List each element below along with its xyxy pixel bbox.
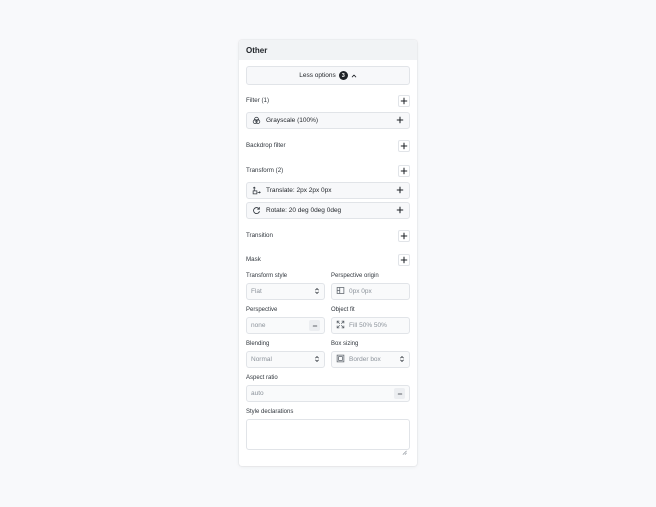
perspective-origin-label: Perspective origin <box>331 273 379 279</box>
filter-item-grayscale[interactable]: Grayscale (100%) <box>246 112 410 129</box>
aspect-ratio-input[interactable]: auto <box>246 385 410 402</box>
object-fit-label: Object fit <box>331 307 355 313</box>
add-filter-button[interactable] <box>398 94 410 107</box>
less-options-label: Less options <box>299 72 336 79</box>
minus-icon <box>312 325 317 326</box>
perspective-origin-icon <box>336 286 345 297</box>
perspective-label: Perspective <box>246 307 278 313</box>
select-arrows-icon <box>314 287 320 297</box>
filter-label: Filter (1) <box>246 97 270 104</box>
transition-label: Transition <box>246 232 273 239</box>
backdrop-filter-section: Backdrop filter <box>246 139 410 152</box>
plus-icon <box>400 97 408 104</box>
plus-icon <box>400 167 408 174</box>
options-count-badge: 3 <box>338 71 348 80</box>
transform-item-label: Translate: 2px 2px 0px <box>266 187 332 194</box>
perspective-input[interactable]: none <box>246 317 325 334</box>
filter-section: Filter (1) <box>246 94 410 107</box>
filter-item-label: Grayscale (100%) <box>266 117 319 124</box>
plus-icon[interactable] <box>396 186 404 196</box>
transform-item-rotate[interactable]: Rotate: 20 deg 0deg 0deg <box>246 202 410 219</box>
resize-handle-icon[interactable] <box>402 442 407 455</box>
perspective-placeholder: none <box>251 322 266 329</box>
perspective-origin-placeholder: 0px 0px <box>349 288 372 295</box>
mask-label: Mask <box>246 256 261 263</box>
box-sizing-icon <box>336 354 345 365</box>
plus-icon[interactable] <box>396 116 404 126</box>
add-transition-button[interactable] <box>398 229 410 242</box>
plus-icon <box>400 256 408 263</box>
add-backdrop-filter-button[interactable] <box>398 139 410 152</box>
plus-icon <box>400 232 408 239</box>
transform-style-value: Flat <box>251 288 262 295</box>
translate-icon <box>252 186 261 195</box>
transform-style-label: Transform style <box>246 273 288 279</box>
blending-value: Normal <box>251 356 272 363</box>
add-mask-button[interactable] <box>398 253 410 266</box>
transform-label: Transform (2) <box>246 167 284 174</box>
mask-section: Mask <box>246 253 410 266</box>
plus-icon <box>400 142 408 149</box>
chevron-up-icon <box>351 73 357 79</box>
blending-label: Blending <box>246 341 270 347</box>
transform-style-select[interactable]: Flat <box>246 283 325 300</box>
transition-section: Transition <box>246 229 410 242</box>
transform-item-label: Rotate: 20 deg 0deg 0deg <box>266 207 342 214</box>
aspect-ratio-keyword-button[interactable] <box>394 388 405 399</box>
perspective-keyword-button[interactable] <box>309 320 320 331</box>
other-panel: Other Less options 3 Filter (1) Grayscal… <box>239 40 417 466</box>
box-sizing-select[interactable]: Border box <box>331 351 410 368</box>
box-sizing-label: Box sizing <box>331 341 359 347</box>
less-options-button[interactable]: Less options 3 <box>246 66 410 85</box>
box-sizing-value: Border box <box>349 356 381 363</box>
add-transform-button[interactable] <box>398 164 410 177</box>
aspect-ratio-placeholder: auto <box>251 390 264 397</box>
aspect-ratio-label: Aspect ratio <box>246 375 278 381</box>
transform-section: Transform (2) <box>246 164 410 177</box>
grayscale-icon <box>252 116 261 125</box>
backdrop-filter-label: Backdrop filter <box>246 142 286 149</box>
expand-icon <box>336 320 345 331</box>
blending-select[interactable]: Normal <box>246 351 325 368</box>
object-fit-placeholder: Fill 50% 50% <box>349 322 387 329</box>
style-declarations-textarea[interactable] <box>246 419 410 455</box>
select-arrows-icon <box>399 355 405 365</box>
perspective-origin-input[interactable]: 0px 0px <box>331 283 410 300</box>
plus-icon[interactable] <box>396 206 404 216</box>
select-arrows-icon <box>314 355 320 365</box>
panel-title: Other <box>239 40 417 60</box>
object-fit-input[interactable]: Fill 50% 50% <box>331 317 410 334</box>
rotate-icon <box>252 206 261 215</box>
transform-item-translate[interactable]: Translate: 2px 2px 0px <box>246 182 410 199</box>
style-declarations-label: Style declarations <box>246 409 294 415</box>
minus-icon <box>397 393 402 394</box>
